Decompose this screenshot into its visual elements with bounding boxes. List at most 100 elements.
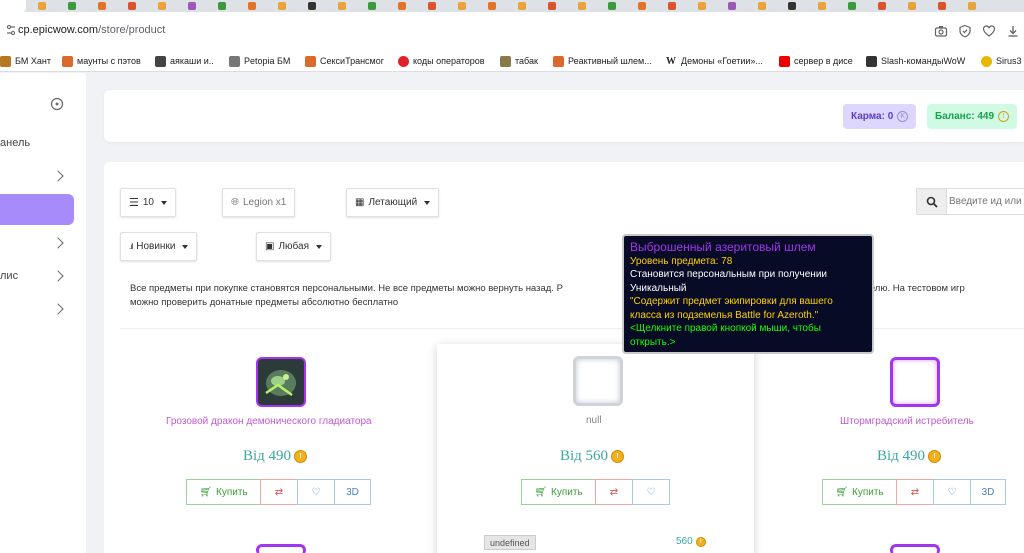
category-dropdown[interactable]: ▦ Летающий: [346, 188, 440, 217]
tab-favicon-icon[interactable]: [608, 2, 616, 10]
tab-favicon-icon[interactable]: [758, 2, 766, 10]
tab-favicon-icon[interactable]: [938, 2, 946, 10]
paw-icon: [229, 55, 240, 67]
caret-down-icon: [182, 244, 189, 249]
tab-favicon-icon[interactable]: [188, 2, 196, 10]
bookmark-item[interactable]: табак: [500, 54, 538, 68]
site-info-icon[interactable]: [6, 24, 16, 36]
per-page-value: 10: [142, 197, 154, 208]
sidebar-item-4-chevron-icon[interactable]: [52, 270, 64, 282]
view-3d-label: 3D: [346, 486, 359, 498]
product-name[interactable]: Штормградский истребитель: [840, 416, 974, 427]
address-bar: cp.epicwow.com/store/product: [0, 12, 1024, 50]
tab-favicon-icon[interactable]: [68, 2, 76, 10]
bookmark-item[interactable]: маунты с пэтов: [62, 54, 141, 68]
exchange-button[interactable]: ⇄: [595, 479, 633, 505]
product-name[interactable]: Грозовой дракон демонического гладиатора: [166, 416, 372, 427]
buy-button[interactable]: 🛒︎ Купить: [521, 479, 596, 505]
view-3d-button[interactable]: 3D: [334, 479, 371, 505]
per-page-dropdown[interactable]: ☰ 10: [120, 188, 176, 217]
sidebar-item-list[interactable]: лис: [0, 270, 18, 282]
bookmark-label: БМ Хант: [15, 56, 52, 66]
search-icon[interactable]: [917, 189, 947, 214]
tab-favicon-icon[interactable]: [488, 2, 496, 10]
product-icon-empty[interactable]: [573, 356, 623, 406]
search-input[interactable]: [949, 193, 1024, 210]
bookmark-item[interactable]: Реактивный шлем...: [553, 54, 652, 68]
tab-favicon-icon[interactable]: [698, 2, 706, 10]
bookmark-item[interactable]: БМ Хант: [0, 54, 51, 68]
camera-icon[interactable]: [934, 24, 948, 38]
bookmark-item[interactable]: коды операторов: [398, 54, 485, 68]
product-icon-fighter[interactable]: [890, 357, 940, 407]
rocket-icon: [62, 55, 73, 67]
table-icon: ▦: [355, 197, 365, 208]
tab-favicon-icon[interactable]: [818, 2, 826, 10]
exchange-button[interactable]: ⇄: [896, 479, 934, 505]
bookmark-item[interactable]: Petopia БМ: [229, 54, 290, 68]
sidebar-item-3-chevron-icon[interactable]: [52, 237, 64, 249]
tab-favicon-icon[interactable]: [788, 2, 796, 10]
product-icon-next-row[interactable]: [256, 544, 306, 553]
wishlist-button[interactable]: ♡: [297, 479, 335, 505]
tab-favicon-icon[interactable]: [428, 2, 436, 10]
tab-favicon-icon[interactable]: [638, 2, 646, 10]
tab-favicon-icon[interactable]: [218, 2, 226, 10]
product-name[interactable]: null: [586, 415, 602, 426]
url-field[interactable]: cp.epicwow.com/store/product: [18, 24, 165, 36]
tab-favicon-icon[interactable]: [368, 2, 376, 10]
sidebar-item-panel[interactable]: анель: [0, 137, 30, 149]
dragon-icon: [258, 359, 304, 405]
bookmark-item[interactable]: Slash-командыWoW: [866, 54, 965, 68]
bookmark-item[interactable]: сервер в дисе: [779, 54, 853, 68]
tab-favicon-icon[interactable]: [968, 2, 976, 10]
caret-down-icon: [424, 200, 431, 205]
wishlist-button[interactable]: ♡: [632, 479, 670, 505]
buy-button[interactable]: 🛒︎ Купить: [822, 479, 897, 505]
heart-icon[interactable]: [982, 24, 996, 38]
download-icon[interactable]: [1006, 24, 1020, 38]
caret-down-icon: [316, 244, 322, 249]
tab-favicon-icon[interactable]: [338, 2, 346, 10]
tab-favicon-icon[interactable]: [38, 2, 46, 10]
bookmark-item[interactable]: W Демоны «Гоетии»...: [666, 54, 763, 68]
bookmark-item[interactable]: СексиТрансмог: [305, 54, 384, 68]
tab-favicon-icon[interactable]: [158, 2, 166, 10]
price-value: Любая: [278, 241, 309, 252]
sidebar-item-active[interactable]: [0, 194, 74, 225]
wishlist-button[interactable]: ♡: [933, 479, 971, 505]
sidebar-item-1-chevron-icon[interactable]: [52, 170, 64, 182]
tab-favicon-icon[interactable]: [278, 2, 286, 10]
tab-favicon-icon[interactable]: [878, 2, 886, 10]
product-icon-dragon[interactable]: [256, 357, 306, 407]
tab-favicon-icon[interactable]: [398, 2, 406, 10]
tab-favicon-icon[interactable]: [668, 2, 676, 10]
tab-favicon-icon[interactable]: [908, 2, 916, 10]
tab-favicon-icon[interactable]: [308, 2, 316, 10]
price-dropdown[interactable]: ▣ Любая: [256, 232, 331, 261]
sort-dropdown[interactable]: .ıl Новинки: [120, 232, 198, 261]
sidebar-item-5-chevron-icon[interactable]: [52, 303, 64, 315]
bookmark-label: аякаши и..: [170, 56, 214, 66]
tab-favicon-icon[interactable]: [578, 2, 586, 10]
tab-favicon-icon[interactable]: [548, 2, 556, 10]
product-icon-next-row[interactable]: [890, 544, 940, 553]
tab-favicon-icon[interactable]: [98, 2, 106, 10]
rocket-icon: [305, 55, 316, 67]
tab-favicon-icon[interactable]: [518, 2, 526, 10]
tooltip-description: "Содержит предмет экипировки для вашего …: [630, 296, 833, 321]
tab-favicon-icon[interactable]: [128, 2, 136, 10]
active-tab[interactable]: [0, 0, 26, 12]
bookmark-item[interactable]: аякаши и..: [155, 54, 214, 68]
bookmark-item[interactable]: Sirus3: [981, 54, 1022, 68]
view-3d-button[interactable]: 3D: [970, 479, 1006, 505]
tab-favicon-icon[interactable]: [458, 2, 466, 10]
tab-favicon-icon[interactable]: [728, 2, 736, 10]
tab-favicon-icon[interactable]: [248, 2, 256, 10]
tab-favicon-icon[interactable]: [848, 2, 856, 10]
shield-icon[interactable]: [958, 24, 972, 38]
buy-button[interactable]: 🛒︎ Купить: [186, 479, 261, 505]
exchange-button[interactable]: ⇄: [260, 479, 298, 505]
realm-selector[interactable]: 🌐︎ Legion x1: [222, 188, 296, 217]
power-icon[interactable]: [50, 97, 64, 111]
